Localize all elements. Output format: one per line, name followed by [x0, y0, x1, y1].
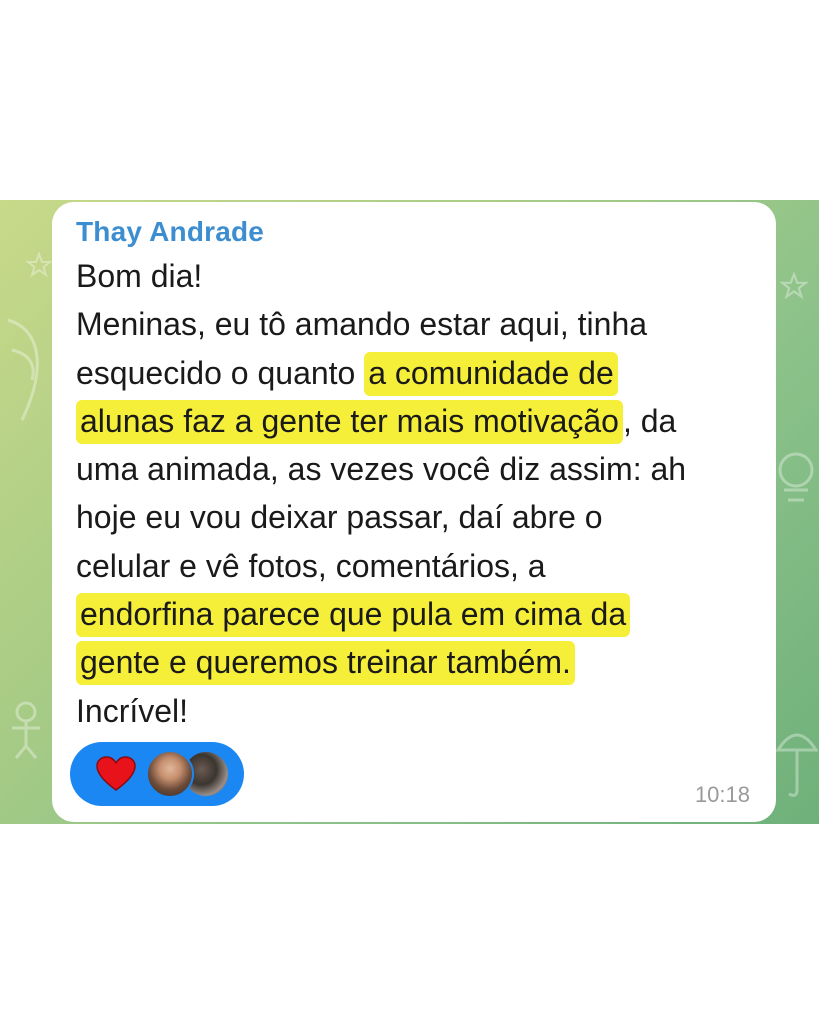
message-line: uma animada, as vezes você diz assim: ah [76, 445, 766, 493]
message-text: Bom dia! Meninas, eu tô amando estar aqu… [76, 252, 766, 735]
message-text-segment: esquecido o quanto [76, 354, 365, 391]
circle-doodle-icon [778, 452, 814, 502]
highlighted-text: gente e queremos treinar também. [76, 641, 575, 686]
message-line: celular e vê fotos, comentários, a [76, 542, 766, 590]
message-text-segment: celular e vê fotos, comentários, a [76, 547, 546, 584]
highlighted-text: endorfina parece que pula em cima da [76, 593, 631, 638]
message-bubble[interactable]: Thay Andrade Bom dia! Meninas, eu tô ama… [52, 202, 776, 822]
sender-name[interactable]: Thay Andrade [76, 216, 264, 248]
message-line: hoje eu vou deixar passar, daí abre o [76, 493, 766, 541]
message-text-segment: uma animada, as vezes você diz assim: ah [76, 451, 687, 488]
message-text-segment: Meninas, eu tô amando estar aqui, tinha [76, 306, 648, 343]
highlighted-text: alunas faz a gente ter mais motivação [76, 399, 623, 444]
message-line: alunas faz a gente ter mais motivação, d… [76, 397, 766, 445]
message-line: esquecido o quanto a comunidade de [76, 349, 766, 397]
message-line: endorfina parece que pula em cima da [76, 590, 766, 638]
heart-icon [96, 756, 136, 791]
gingerbread-doodle-icon [12, 701, 40, 759]
message-line: Meninas, eu tô amando estar aqui, tinha [76, 300, 766, 348]
umbrella-doodle-icon [776, 733, 818, 797]
message-timestamp: 10:18 [694, 782, 750, 807]
leaf-doodle-icon [7, 318, 39, 421]
message-text-segment: hoje eu vou deixar passar, daí abre o [76, 499, 603, 536]
message-text-segment: Incrível! [76, 692, 189, 729]
message-line: Incrível! [76, 687, 766, 735]
message-text-segment: Bom dia! [76, 258, 203, 294]
message-line: gente e queremos treinar também. [76, 638, 766, 686]
reactor-avatar-1[interactable] [146, 750, 194, 798]
highlighted-text: a comunidade de [364, 351, 618, 396]
reaction-pill[interactable] [70, 742, 244, 806]
star-doodle-icon [780, 272, 808, 300]
star-doodle-icon [26, 252, 52, 278]
message-line: Bom dia! [76, 252, 766, 300]
message-text-segment: , da [622, 402, 677, 439]
